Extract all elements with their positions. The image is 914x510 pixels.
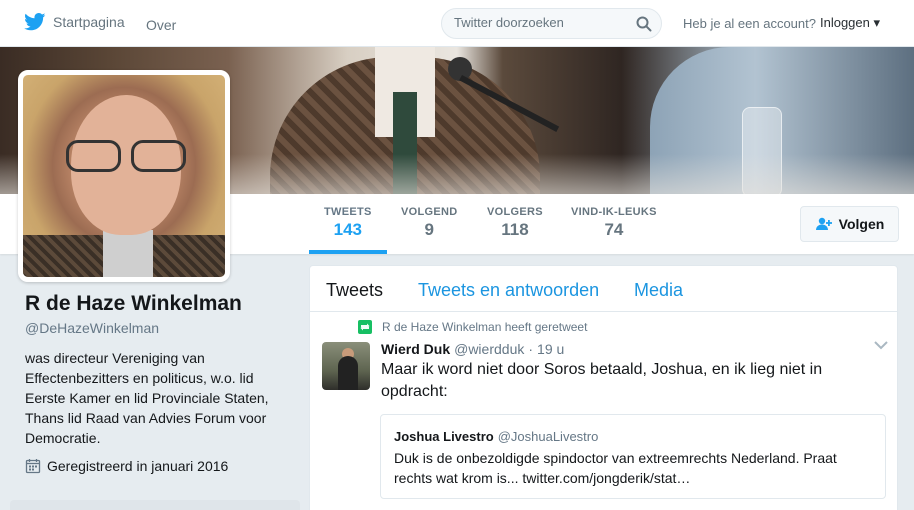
chevron-down-icon[interactable] — [874, 340, 888, 350]
tweet-text: Maar ik word niet door Soros betaald, Jo… — [381, 361, 823, 400]
login-label: Inloggen — [819, 15, 870, 30]
tweet-header: Wierd Duk @wierdduk · 19 u — [381, 341, 564, 357]
stat-following[interactable]: VOLGEND 9 — [401, 206, 458, 240]
profile-handle[interactable]: @DeHazeWinkelman — [25, 320, 159, 336]
join-date-text: Geregistreerd in januari 2016 — [47, 458, 229, 474]
nav-home-link[interactable]: Startpagina — [24, 13, 125, 31]
avatar[interactable] — [18, 70, 230, 282]
stat-label: VOLGEND — [401, 206, 458, 218]
quoted-tweet[interactable]: Joshua Livestro @JoshuaLivestro Duk is d… — [380, 414, 886, 499]
twitter-bird-icon — [24, 13, 46, 31]
tab-tweets-replies[interactable]: Tweets en antwoorden — [418, 280, 599, 301]
active-tab-indicator — [309, 250, 387, 254]
search-icon[interactable] — [636, 16, 652, 32]
tweet-author-name[interactable]: Wierd Duk — [381, 341, 450, 357]
retweet-context-text[interactable]: R de Haze Winkelman heeft geretweet — [382, 320, 587, 334]
account-prompt: Heb je al een account? — [683, 15, 816, 31]
tweet-timestamp[interactable]: 19 u — [537, 341, 564, 357]
retweet-icon — [358, 320, 372, 334]
search-input[interactable] — [454, 15, 634, 30]
profile-bio: was directeur Vereniging van Effectenbez… — [25, 350, 269, 446]
login-dropdown[interactable]: Inloggen ▾ — [820, 15, 880, 31]
timeline: Tweets Tweets en antwoorden Media R de H… — [309, 265, 898, 510]
add-user-icon — [815, 217, 832, 230]
follow-button[interactable]: Volgen — [800, 206, 899, 242]
stat-tweets[interactable]: TWEETS 143 — [324, 206, 372, 240]
nav-about-link[interactable]: Over — [146, 17, 176, 33]
tweet-author-avatar[interactable] — [322, 342, 370, 390]
stat-label: VOLGERS — [487, 206, 543, 218]
caret-down-icon: ▾ — [873, 15, 881, 30]
stat-label: VIND-IK-LEUKS — [571, 206, 657, 218]
top-nav-bar: Startpagina Over Heb je al een account? … — [0, 0, 914, 47]
stat-value: 9 — [424, 220, 434, 239]
sidebar-module — [10, 500, 300, 510]
join-date: Geregistreerd in januari 2016 — [25, 458, 228, 474]
tab-media[interactable]: Media — [634, 280, 683, 301]
calendar-icon — [25, 459, 41, 474]
tab-tweets[interactable]: Tweets — [326, 280, 383, 301]
stat-label: TWEETS — [324, 206, 372, 218]
stat-likes[interactable]: VIND-IK-LEUKS 74 — [571, 206, 657, 240]
stat-followers[interactable]: VOLGERS 118 — [487, 206, 543, 240]
quoted-author-name: Joshua Livestro — [394, 429, 494, 444]
timeline-tabs: Tweets Tweets en antwoorden Media — [310, 266, 897, 312]
quoted-author-handle: @JoshuaLivestro — [497, 429, 599, 444]
tweet-author-handle[interactable]: @wierdduk — [454, 341, 524, 357]
quoted-tweet-text: Duk is de onbezoldigde spindoctor van ex… — [394, 450, 837, 486]
tweet-separator: · — [528, 341, 534, 357]
nav-home-label: Startpagina — [53, 14, 125, 30]
stat-value: 118 — [501, 220, 529, 239]
login-area: Heb je al een account? Inloggen ▾ — [683, 15, 880, 31]
search-box — [441, 8, 662, 39]
stat-value: 143 — [333, 220, 362, 239]
stat-value: 74 — [604, 220, 624, 239]
quoted-tweet-header: Joshua Livestro @JoshuaLivestro — [394, 429, 598, 444]
follow-label: Volgen — [838, 216, 885, 232]
retweet-context: R de Haze Winkelman heeft geretweet — [358, 320, 587, 334]
profile-name[interactable]: R de Haze Winkelman — [25, 292, 242, 316]
